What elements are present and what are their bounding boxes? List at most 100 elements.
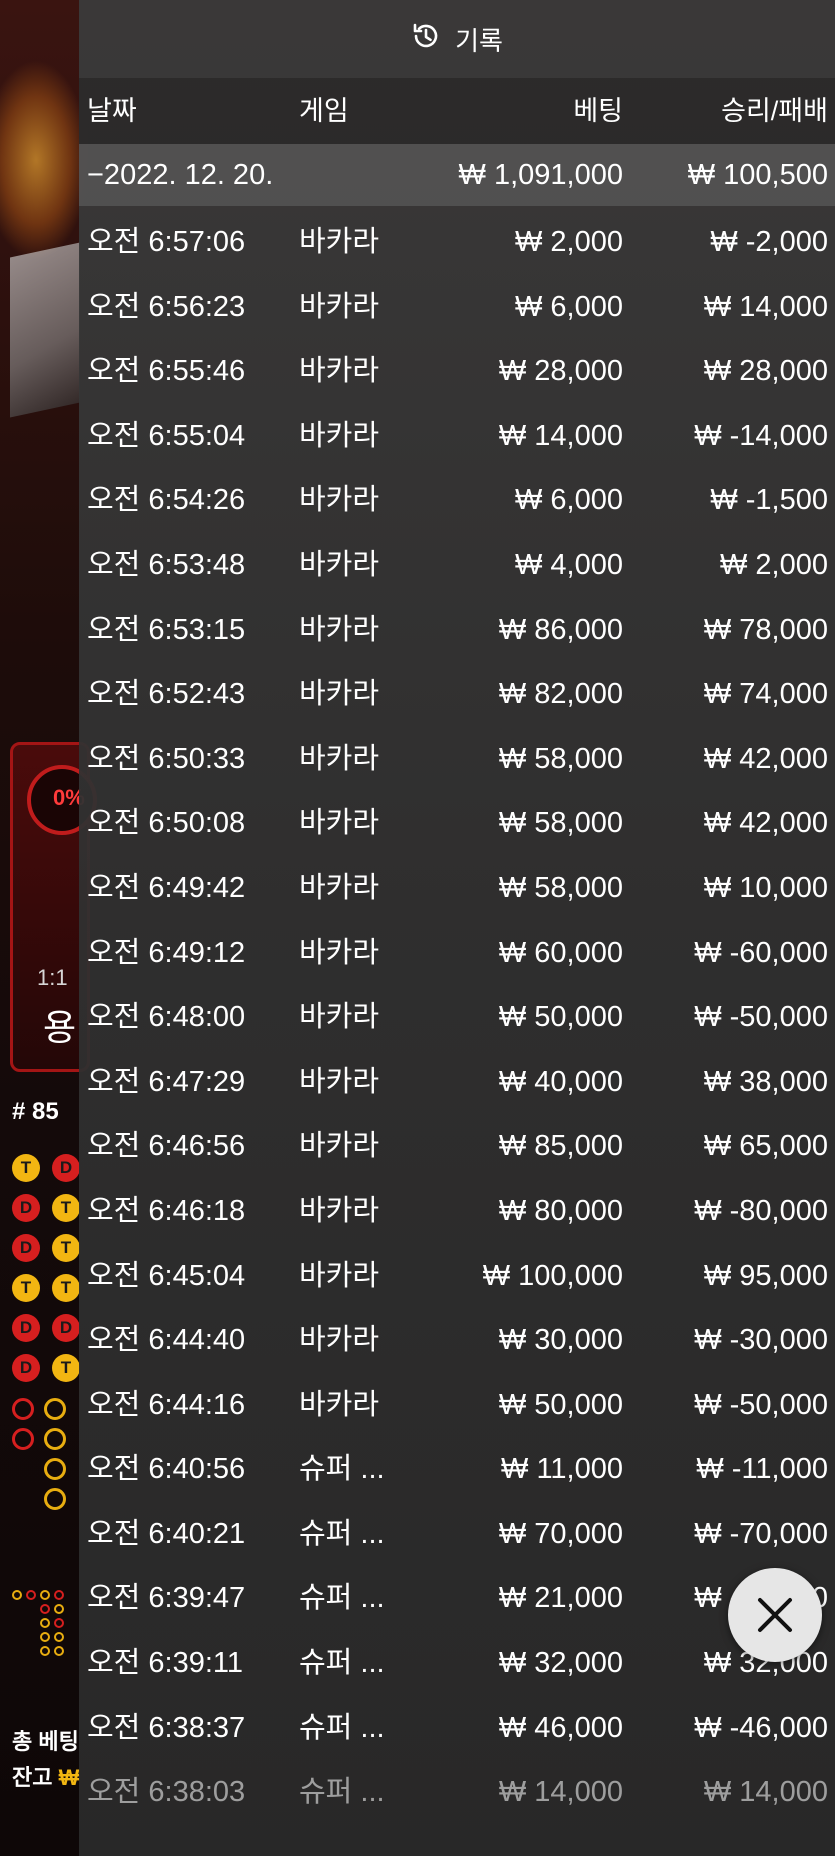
row-game: 슈퍼 ... [299, 1647, 385, 1680]
row-time: 오전 6:49:42 [87, 871, 246, 904]
row-time: 오전 6:55:04 [87, 419, 246, 452]
row-time: 오전 6:55:46 [87, 355, 246, 388]
row-time: 오전 6:57:06 [87, 226, 246, 258]
row-winloss: ₩ -80,000 [694, 1194, 828, 1227]
row-time: 오전 6:47:29 [87, 1065, 246, 1098]
row-bet: ₩ 70,000 [498, 1517, 623, 1550]
row-winloss: ₩ 42,000 [703, 742, 828, 775]
row-time: 오전 6:54:26 [87, 484, 246, 517]
row-winloss: ₩ 28,000 [703, 355, 828, 388]
history-row[interactable]: 오전 6:39:11 슈퍼 ... ₩ 32,000 ₩ 32,000 [79, 1627, 835, 1692]
history-row[interactable]: 오전 6:40:21 슈퍼 ... ₩ 70,000 ₩ -70,000 [79, 1498, 835, 1563]
row-winloss: ₩ -46,000 [694, 1711, 828, 1744]
row-game: 슈퍼 ... [299, 1711, 385, 1744]
row-time: 오전 6:52:43 [87, 678, 246, 711]
road-dot [54, 1604, 64, 1614]
row-game: 바카라 [299, 807, 380, 840]
row-game: 바카라 [299, 1194, 380, 1227]
road-ring-yellow [44, 1458, 66, 1480]
bead-dragon: D [12, 1234, 40, 1262]
history-row[interactable]: 오전 6:38:03 슈퍼 ... ₩ 14,000 ₩ 14,000 [79, 1756, 835, 1821]
history-row[interactable]: 오전 6:53:48 바카라 ₩ 4,000 ₩ 2,000 [79, 529, 835, 594]
dragon-decoration [0, 60, 90, 260]
row-time: 오전 6:38:03 [87, 1776, 246, 1809]
history-row[interactable]: 오전 6:50:08 바카라 ₩ 58,000 ₩ 42,000 [79, 787, 835, 852]
close-button[interactable] [728, 1568, 822, 1662]
row-winloss: ₩ 14,000 [703, 290, 828, 323]
row-bet: ₩ 4,000 [515, 548, 623, 581]
bet-name: 용 [43, 1007, 77, 1048]
balance-value: ₩ [58, 1765, 80, 1790]
history-row[interactable]: 오전 6:48:00 바카라 ₩ 50,000 ₩ -50,000 [79, 981, 835, 1046]
row-time: 오전 6:53:48 [87, 548, 246, 581]
column-header-date: 날짜 [87, 96, 137, 126]
row-winloss: ₩ -60,000 [694, 936, 828, 969]
row-bet: ₩ 21,000 [498, 1582, 623, 1615]
road-dot [54, 1618, 64, 1628]
row-winloss: ₩ -70,000 [694, 1517, 828, 1550]
row-game: 바카라 [299, 419, 380, 452]
history-row[interactable]: 오전 6:44:16 바카라 ₩ 50,000 ₩ -50,000 [79, 1369, 835, 1434]
bead-tie: T [52, 1354, 80, 1382]
row-game: 슈퍼 ... [299, 1776, 385, 1809]
row-bet: ₩ 32,000 [498, 1647, 623, 1680]
row-winloss: ₩ -50,000 [694, 1388, 828, 1421]
road-dot [40, 1618, 50, 1628]
row-bet: ₩ 60,000 [498, 936, 623, 969]
history-row[interactable]: 오전 6:57:06 바카라 ₩ 2,000 ₩ -2,000 [79, 206, 835, 271]
column-header-game: 게임 [299, 96, 349, 126]
road-ring-yellow [44, 1428, 66, 1450]
history-row[interactable]: 오전 6:52:43 바카라 ₩ 82,000 ₩ 74,000 [79, 658, 835, 723]
derived-roads [12, 1590, 82, 1690]
history-row[interactable]: 오전 6:47:29 바카라 ₩ 40,000 ₩ 38,000 [79, 1046, 835, 1111]
row-bet: ₩ 58,000 [498, 871, 623, 904]
road-dot [54, 1646, 64, 1656]
history-row[interactable]: 오전 6:40:56 슈퍼 ... ₩ 11,000 ₩ -11,000 [79, 1433, 835, 1498]
history-row[interactable]: 오전 6:56:23 바카라 ₩ 6,000 ₩ 14,000 [79, 271, 835, 336]
history-row[interactable]: 오전 6:39:47슈퍼 ...₩ 21,000₩ -19,000 [79, 1562, 835, 1627]
row-game: 바카라 [299, 484, 380, 517]
row-bet: ₩ 50,000 [498, 1001, 623, 1034]
dragon-bet-spot[interactable]: 0% 1:1 용 [10, 742, 97, 1072]
row-time: 오전 6:38:37 [87, 1711, 246, 1744]
row-time: 오전 6:39:47 [87, 1582, 246, 1615]
bead-dragon: D [12, 1354, 40, 1382]
row-winloss: ₩ 10,000 [703, 871, 828, 904]
history-row[interactable]: 오전 6:53:15 바카라 ₩ 86,000 ₩ 78,000 [79, 594, 835, 659]
row-game: 바카라 [299, 1065, 380, 1098]
round-number: # 85 [12, 1098, 59, 1125]
history-row[interactable]: 오전 6:55:46 바카라 ₩ 28,000 ₩ 28,000 [79, 335, 835, 400]
history-row[interactable]: 오전 6:49:42 바카라 ₩ 58,000 ₩ 10,000 [79, 852, 835, 917]
road-dot [40, 1632, 50, 1642]
row-winloss: ₩ -30,000 [694, 1324, 828, 1357]
row-game: 바카라 [299, 936, 380, 969]
history-row[interactable]: 오전 6:54:26 바카라 ₩ 6,000 ₩ -1,500 [79, 464, 835, 529]
row-time: 오전 6:45:04 [87, 1259, 246, 1292]
panel-header: 기록 [79, 0, 835, 78]
row-bet: ₩ 28,000 [498, 355, 623, 388]
row-time: 오전 6:39:11 [87, 1647, 244, 1680]
row-bet: ₩ 46,000 [498, 1711, 623, 1744]
row-time: 오전 6:50:33 [87, 742, 246, 775]
history-row[interactable]: 오전 6:55:04 바카라 ₩ 14,000 ₩ -14,000 [79, 400, 835, 465]
history-row[interactable]: 오전 6:44:40 바카라 ₩ 30,000 ₩ -30,000 [79, 1304, 835, 1369]
row-bet: ₩ 2,000 [515, 226, 623, 258]
row-bet: ₩ 6,000 [515, 484, 623, 517]
history-row[interactable]: 오전 6:49:12 바카라 ₩ 60,000 ₩ -60,000 [79, 917, 835, 982]
history-row[interactable]: 오전 6:50:33 바카라 ₩ 58,000 ₩ 42,000 [79, 723, 835, 788]
road-dot [40, 1590, 50, 1600]
bead-dragon: D [12, 1314, 40, 1342]
history-row[interactable]: 오전 6:46:18 바카라 ₩ 80,000 ₩ -80,000 [79, 1175, 835, 1240]
road-dot [54, 1632, 64, 1642]
history-row[interactable]: 오전 6:45:04 바카라 ₩ 100,000 ₩ 95,000 [79, 1240, 835, 1305]
row-winloss: ₩ 2,000 [720, 548, 828, 581]
history-row[interactable]: 오전 6:38:37 슈퍼 ... ₩ 46,000 ₩ -46,000 [79, 1692, 835, 1757]
row-winloss: ₩ 14,000 [703, 1776, 828, 1809]
history-row[interactable]: 오전 6:46:56 바카라 ₩ 85,000 ₩ 65,000 [79, 1110, 835, 1175]
row-time: 오전 6:48:00 [87, 1001, 246, 1034]
close-icon [758, 1598, 792, 1632]
row-bet: ₩ 58,000 [498, 807, 623, 840]
date-summary-row[interactable]: −2022. 12. 20. ₩ 1,091,000 ₩ 100,500 [79, 144, 835, 206]
row-game: 바카라 [299, 290, 380, 323]
row-time: 오전 6:40:21 [87, 1517, 246, 1550]
